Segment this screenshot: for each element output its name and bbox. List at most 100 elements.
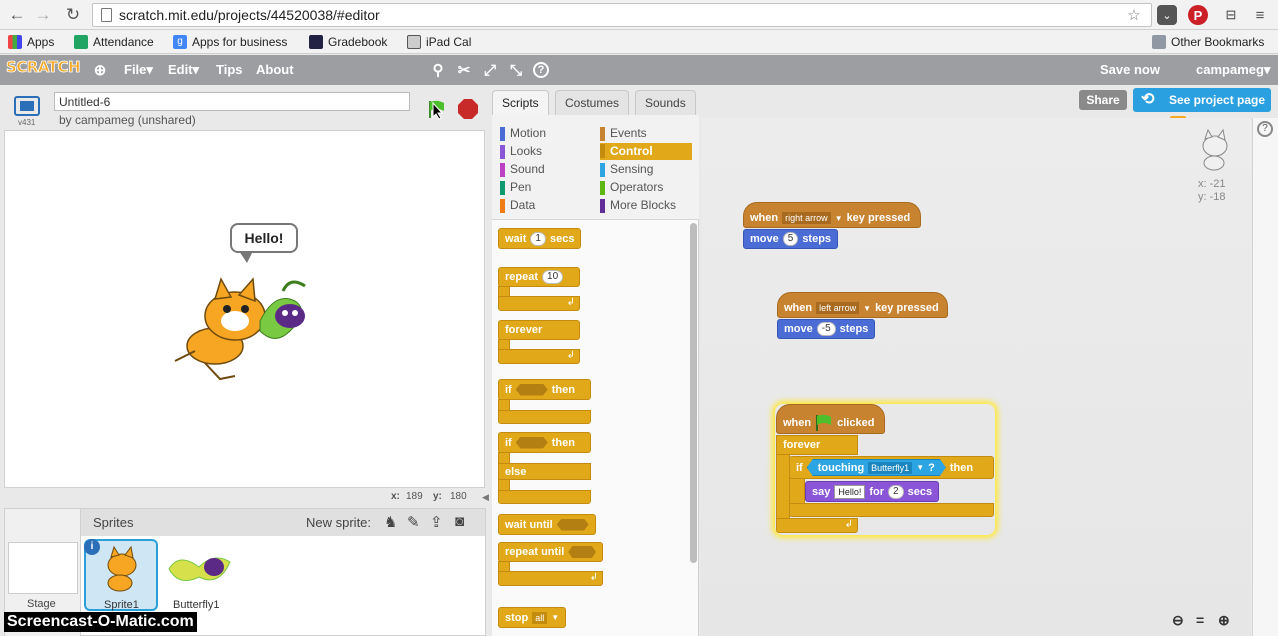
bookmark-gradebook[interactable]: Gradebook	[309, 34, 387, 50]
google-icon: g	[173, 35, 187, 49]
project-title-input[interactable]	[54, 92, 410, 111]
sprite-library-icon[interactable]: ♞	[384, 513, 397, 531]
delete-scissors-icon[interactable]: ✂	[455, 61, 473, 79]
bookmark-apps-for-business[interactable]: g Apps for business	[173, 34, 287, 50]
category-control[interactable]: Control	[600, 143, 692, 160]
forever-block[interactable]: forever	[776, 435, 858, 455]
sprite-item-butterfly1[interactable]: Butterfly1	[162, 539, 236, 611]
loop-arrow-icon: ↲	[589, 572, 598, 583]
gradebook-icon	[309, 35, 323, 49]
pinterest-icon[interactable]: P	[1188, 5, 1208, 25]
back-arrow-icon[interactable]: ←	[6, 4, 28, 26]
stage-canvas[interactable]: Hello!	[4, 130, 485, 488]
forever-block[interactable]: forever	[498, 320, 580, 340]
loop-arrow-icon: ↲	[844, 519, 853, 530]
bookmark-star-icon[interactable]: ☆	[1124, 5, 1144, 25]
script-area-scrollbar[interactable]: ?	[1252, 118, 1278, 636]
pocket-icon[interactable]: ⌄	[1157, 5, 1177, 25]
fullscreen-icon[interactable]	[14, 96, 40, 116]
stage-thumbnail[interactable]	[8, 542, 78, 594]
duplicate-stamp-icon[interactable]: ⚲	[429, 61, 447, 79]
tab-scripts[interactable]: Scripts	[492, 90, 549, 115]
tab-costumes[interactable]: Costumes	[555, 90, 630, 115]
grow-icon[interactable]: ⤢	[481, 61, 499, 79]
script-area[interactable]	[701, 118, 1251, 636]
upload-icon[interactable]: ⇪	[430, 513, 443, 531]
loop-arrow-icon: ↲	[566, 297, 575, 308]
green-flag-icon	[816, 414, 832, 431]
cat-sprite-icon[interactable]	[165, 271, 325, 391]
scratch-menubar: SCRATCH ⊕ File▾ Edit▾ Tips About ⚲ ✂ ⤢ ⤡…	[0, 55, 1278, 132]
if-then-block[interactable]: if then	[498, 379, 591, 400]
if-then-block[interactable]: if touching Butterfly1 ▼? then	[789, 456, 994, 479]
move-steps-block[interactable]: move -5 steps	[777, 319, 876, 339]
stop-block[interactable]: stop all ▼	[498, 607, 567, 628]
repeat-block[interactable]: repeat 10	[498, 267, 580, 287]
apps-grid-icon	[8, 35, 22, 49]
extension-icon[interactable]: ⊟	[1221, 5, 1241, 25]
page-icon	[101, 8, 112, 22]
wait-until-block[interactable]: wait until	[498, 514, 596, 535]
bookmarks-bar: Apps Attendance g Apps for business Grad…	[0, 30, 1278, 54]
collapse-stage-icon[interactable]: ◀	[482, 492, 490, 504]
bookmark-apps[interactable]: Apps	[8, 34, 54, 50]
touching-sensing-block[interactable]: touching Butterfly1 ▼?	[807, 459, 946, 476]
tab-sounds[interactable]: Sounds	[635, 90, 696, 115]
edit-menu[interactable]: Edit▾	[168, 62, 199, 78]
move-steps-block[interactable]: move 5 steps	[743, 229, 839, 249]
share-button[interactable]: Share	[1079, 90, 1127, 110]
category-sensing[interactable]: Sensing	[600, 162, 692, 178]
see-project-page-button[interactable]: ⟲ See project page	[1133, 88, 1271, 112]
shrink-icon[interactable]: ⤡	[507, 61, 525, 79]
url-bar[interactable]: scratch.mit.edu/projects/44520038/#edito…	[92, 3, 1152, 27]
category-looks[interactable]: Looks	[500, 144, 590, 160]
when-key-pressed-block[interactable]: when left arrow ▼ key pressed	[777, 292, 948, 318]
category-data[interactable]: Data	[500, 198, 590, 214]
category-pen[interactable]: Pen	[500, 180, 590, 196]
say-for-secs-block[interactable]: say Hello! for 2 secs	[805, 481, 940, 502]
category-sound[interactable]: Sound	[500, 162, 590, 178]
mouse-cursor-icon	[432, 102, 444, 120]
sprite-item-sprite1[interactable]: i Sprite1	[84, 539, 158, 611]
category-selector: Motion Looks Sound Pen Data Events Contr…	[492, 115, 699, 220]
category-events[interactable]: Events	[600, 126, 692, 142]
category-operators[interactable]: Operators	[600, 180, 692, 196]
else-section: else	[498, 463, 591, 480]
bookmark-ipad-cal[interactable]: iPad Cal	[407, 34, 471, 50]
category-more-blocks[interactable]: More Blocks	[600, 198, 692, 214]
when-flag-clicked-block[interactable]: when clicked	[776, 404, 885, 434]
wait-secs-block[interactable]: wait 1 secs	[498, 228, 582, 249]
sprite-y: y: -18	[1198, 191, 1226, 203]
user-menu[interactable]: campameg▾	[1196, 62, 1270, 78]
save-now-button[interactable]: Save now	[1100, 62, 1160, 77]
reload-icon[interactable]: ↻	[62, 4, 84, 26]
mouse-x-value: 189	[406, 491, 423, 502]
other-bookmarks[interactable]: Other Bookmarks	[1152, 34, 1264, 50]
bookmark-attendance[interactable]: Attendance	[74, 34, 154, 50]
zoom-out-icon[interactable]: ⊖	[1172, 612, 1190, 630]
repeat-until-block[interactable]: repeat until	[498, 542, 603, 562]
zoom-in-icon[interactable]: ⊕	[1218, 612, 1236, 630]
camera-icon[interactable]: ◙	[455, 513, 464, 530]
scratch-logo[interactable]: SCRATCH	[6, 58, 81, 77]
browser-toolbar: ← → ↻ scratch.mit.edu/projects/44520038/…	[0, 0, 1278, 30]
chrome-menu-icon[interactable]: ≡	[1250, 5, 1270, 25]
palette-scrollbar[interactable]	[690, 223, 697, 563]
about-menu[interactable]: About	[256, 62, 294, 77]
stage-label: Stage	[27, 598, 56, 610]
help-icon[interactable]: ?	[533, 62, 549, 78]
butterfly-thumbnail-icon	[168, 557, 231, 582]
when-key-pressed-block[interactable]: when right arrow ▼ key pressed	[743, 202, 921, 228]
tips-menu[interactable]: Tips	[216, 62, 243, 77]
new-sprite-label: New sprite:	[306, 515, 372, 530]
paint-brush-icon[interactable]: ✎	[407, 513, 420, 531]
folder-icon	[1152, 35, 1166, 49]
zoom-reset-icon[interactable]: =	[1196, 612, 1214, 630]
language-globe-icon[interactable]: ⊕	[91, 61, 109, 79]
help-icon[interactable]: ?	[1257, 121, 1273, 137]
stop-sign-icon[interactable]	[458, 99, 478, 119]
category-motion[interactable]: Motion	[500, 126, 590, 142]
forward-arrow-icon[interactable]: →	[32, 4, 54, 26]
if-then-else-block[interactable]: if then	[498, 432, 591, 453]
file-menu[interactable]: File▾	[124, 62, 153, 78]
